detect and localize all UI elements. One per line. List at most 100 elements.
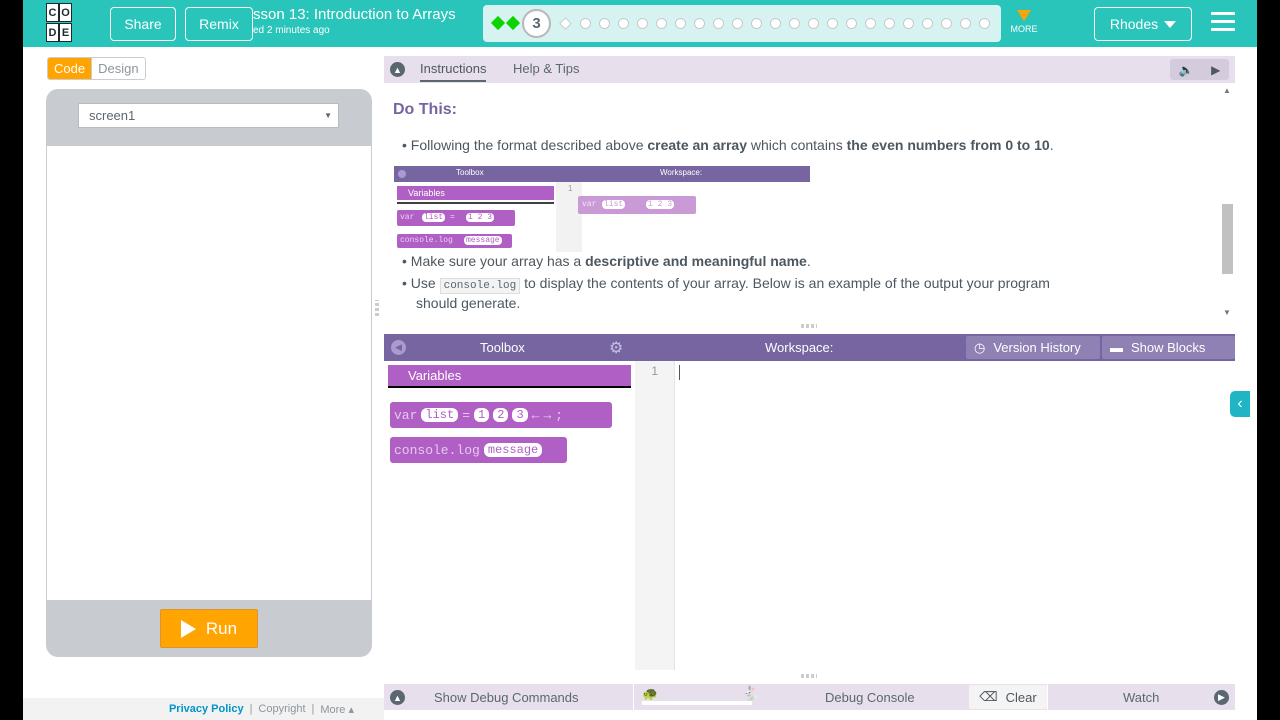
run-button[interactable]: Run <box>160 609 258 648</box>
tab-help-tips[interactable]: Help & Tips <box>513 61 579 76</box>
caret-down-icon <box>1164 20 1177 28</box>
level-dot[interactable] <box>789 18 800 29</box>
level-dot[interactable] <box>846 18 857 29</box>
instruction-bullet-3: • Use console.log to display the content… <box>402 275 1050 294</box>
block-var-name[interactable]: list <box>421 408 459 422</box>
code-mode-button[interactable]: Code <box>48 58 92 79</box>
category-variables[interactable]: Variables <box>388 365 631 388</box>
hamburger-menu-icon[interactable] <box>1211 12 1235 36</box>
level-dot[interactable] <box>808 18 819 29</box>
instructions-example-image: Toolbox Workspace: Variables 1 var list … <box>394 166 810 252</box>
level-dot[interactable] <box>675 18 686 29</box>
play-audio-icon[interactable]: ▶ <box>1211 63 1220 77</box>
shrink-arrow-icon[interactable]: ← <box>532 408 540 423</box>
workspace-title: Workspace: <box>765 340 834 355</box>
var-list-block[interactable]: var list = 1 2 3 ← → ; <box>390 402 612 428</box>
user-menu[interactable]: Rhodes <box>1094 7 1192 41</box>
example-console-block: console.log <box>400 236 453 245</box>
gear-icon[interactable]: ⚙ <box>609 338 623 358</box>
example-ws-var: var <box>582 200 597 209</box>
level-dot[interactable] <box>960 18 971 29</box>
level-dot[interactable] <box>884 18 895 29</box>
console-log-block[interactable]: console.log message <box>390 437 567 463</box>
code-snippet: console.log <box>439 278 521 294</box>
level-dot[interactable] <box>559 17 572 30</box>
more-footer-link[interactable]: More ▴ <box>320 703 354 716</box>
saved-status: ed 2 minutes ago <box>253 25 330 36</box>
level-dot[interactable] <box>580 18 591 29</box>
screen-select[interactable]: screen1 ▼ <box>78 103 339 128</box>
level-dot[interactable] <box>922 18 933 29</box>
scrollbar-thumb[interactable] <box>1222 204 1233 274</box>
tab-instructions[interactable]: Instructions <box>420 61 487 82</box>
logo-letter: O <box>59 3 72 22</box>
logo-letter: D <box>46 23 59 42</box>
rabbit-icon[interactable]: 🐇 <box>742 685 759 702</box>
level-dot[interactable] <box>770 18 781 29</box>
level-dot[interactable] <box>941 18 952 29</box>
watch-arrow-icon[interactable]: ▶ <box>1214 690 1229 705</box>
debug-resize-handle[interactable] <box>801 674 817 678</box>
mode-toggle: Code Design <box>47 57 146 80</box>
panel-resize-handle[interactable] <box>375 300 379 316</box>
code-workspace[interactable] <box>675 361 1235 670</box>
select-arrow-icon: ▼ <box>324 111 332 120</box>
copyright-link[interactable]: Copyright <box>258 703 305 715</box>
instruction-bullet-2: • Make sure your array has a descriptive… <box>402 253 811 269</box>
instructions-scrollbar[interactable]: ▲ ▼ <box>1220 84 1235 320</box>
scroll-up-icon[interactable]: ▲ <box>1223 86 1231 95</box>
level-progress: 3 <box>483 5 1001 42</box>
collapse-instructions-icon[interactable]: ▲ <box>390 62 405 77</box>
block-value[interactable]: 2 <box>493 408 509 422</box>
more-label: MORE <box>1010 24 1038 34</box>
example-var-keyword: var <box>400 213 415 222</box>
more-levels-button[interactable]: MORE <box>1009 8 1039 34</box>
collapse-toolbox-icon[interactable]: ◀ <box>391 340 406 355</box>
level-dot[interactable] <box>827 18 838 29</box>
expand-debug-icon[interactable]: ▲ <box>390 690 405 705</box>
block-value[interactable]: 1 <box>474 408 490 422</box>
speaker-icon[interactable]: 🔈 <box>1179 63 1194 77</box>
scroll-down-icon[interactable]: ▼ <box>1223 308 1231 317</box>
footer-bar: Privacy Policy | Copyright | More ▴ <box>23 698 384 720</box>
level-dot[interactable] <box>656 18 667 29</box>
show-blocks-button[interactable]: ▬ Show Blocks <box>1102 336 1235 359</box>
privacy-policy-link[interactable]: Privacy Policy <box>169 703 244 715</box>
instructions-resize-handle[interactable] <box>801 324 817 328</box>
level-dot[interactable] <box>903 18 914 29</box>
current-level-bubble[interactable]: 3 <box>522 9 551 38</box>
watch-label[interactable]: Watch <box>1123 690 1159 705</box>
example-ws-values: 1 2 3 <box>646 200 675 209</box>
show-debug-commands-button[interactable]: Show Debug Commands <box>434 690 579 705</box>
level-dot[interactable] <box>865 18 876 29</box>
clear-console-button[interactable]: ⌫ Clear <box>969 685 1047 709</box>
expand-arrow-icon[interactable]: → <box>543 408 551 423</box>
level-dot[interactable] <box>637 18 648 29</box>
code-org-logo[interactable]: C O D E <box>46 3 86 43</box>
share-button[interactable]: Share <box>110 7 176 41</box>
level-dot[interactable] <box>713 18 724 29</box>
block-argument[interactable]: message <box>483 443 543 457</box>
level-dot[interactable] <box>618 18 629 29</box>
footer-separator: | <box>311 703 315 715</box>
version-history-button[interactable]: ◷ Version History <box>966 336 1100 359</box>
remix-button[interactable]: Remix <box>185 7 253 41</box>
level-dot[interactable] <box>694 18 705 29</box>
level-complete-icon[interactable] <box>505 15 521 31</box>
expand-right-panel-icon[interactable]: ‹ <box>1230 391 1250 417</box>
speed-slider[interactable] <box>642 701 752 705</box>
block-function: console.log <box>394 442 480 458</box>
play-icon <box>180 619 196 638</box>
design-mode-button[interactable]: Design <box>91 58 145 79</box>
level-complete-icon[interactable] <box>490 15 506 31</box>
line-number-gutter: 1 <box>635 361 675 670</box>
audio-controls: 🔈 ▶ <box>1170 59 1229 80</box>
level-dot[interactable] <box>599 18 610 29</box>
block-value[interactable]: 3 <box>512 408 528 422</box>
turtle-icon[interactable]: 🐢 <box>642 686 658 702</box>
blocks-icon: ▬ <box>1110 340 1123 355</box>
app-screen-preview[interactable] <box>47 146 371 600</box>
level-dot[interactable] <box>751 18 762 29</box>
level-dot[interactable] <box>732 18 743 29</box>
level-dot[interactable] <box>979 18 990 29</box>
